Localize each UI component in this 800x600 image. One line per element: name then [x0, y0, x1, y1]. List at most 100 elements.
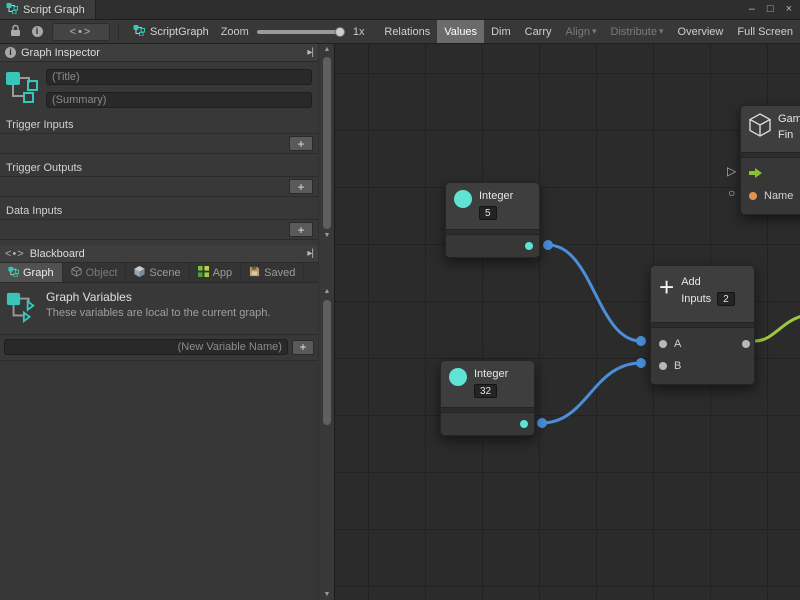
zoom-slider[interactable]: [257, 25, 345, 39]
node-port-body: Name: [741, 158, 800, 214]
partial-node[interactable]: Gam Fin Name: [740, 105, 800, 215]
tab-scene[interactable]: Scene: [126, 263, 189, 282]
control-flow-arrow-icon[interactable]: [749, 167, 763, 182]
integer-output-port[interactable]: [520, 420, 528, 428]
graph-select-label: ScriptGraph: [150, 26, 209, 38]
node-title: Integer: [474, 368, 508, 381]
graph-variables-subtitle: These variables are local to the current…: [46, 307, 270, 319]
relations-button[interactable]: Relations: [377, 20, 437, 43]
trigger-inputs-section: Trigger Inputs +: [0, 116, 318, 154]
name-port-row: Name: [741, 185, 800, 207]
main-area: i Graph Inspector ▸| Trigger Inputs +: [0, 44, 800, 600]
graph-canvas[interactable]: Integer 5 Integer 32: [334, 44, 800, 600]
new-variable-input[interactable]: [4, 339, 288, 355]
graph-inspector-title: Graph Inspector: [21, 47, 100, 59]
input-port-a[interactable]: [659, 340, 667, 348]
input-port-b[interactable]: [659, 362, 667, 370]
close-icon[interactable]: ×: [786, 4, 792, 15]
scene-cube-icon: [134, 266, 145, 280]
full-screen-button[interactable]: Full Screen: [730, 20, 800, 43]
control-port-row: [741, 163, 800, 185]
node-header[interactable]: Gam Fin: [741, 106, 800, 152]
window-tab-script-graph[interactable]: Script Graph: [0, 0, 96, 19]
string-input-port[interactable]: [749, 192, 757, 200]
node-title: Integer: [479, 190, 513, 203]
connection-wire[interactable]: [548, 245, 641, 341]
window-tab-title: Script Graph: [23, 4, 85, 16]
blackboard-scrollbar-thumb[interactable]: [323, 300, 331, 425]
blackboard-title: Blackboard: [30, 248, 85, 260]
integer-node-1[interactable]: Integer 5: [445, 182, 540, 258]
info-icon: i: [32, 26, 43, 37]
tab-graph[interactable]: Graph: [0, 263, 63, 282]
graph-variables-title: Graph Variables: [46, 290, 270, 304]
saved-disk-icon: [249, 266, 260, 280]
graph-meta-fields: [0, 62, 318, 116]
add-trigger-input-button[interactable]: +: [289, 136, 313, 151]
tab-saved[interactable]: Saved: [241, 263, 304, 282]
port-row-a: A: [651, 333, 754, 355]
overview-button[interactable]: Overview: [671, 20, 731, 43]
minimize-icon[interactable]: –: [749, 4, 755, 15]
unit-picker-button[interactable]: <•>: [52, 23, 110, 41]
node-port-body: [446, 235, 539, 257]
zoom-slider-knob[interactable]: [335, 27, 345, 37]
jump-to-panel-icon[interactable]: ▸|: [307, 248, 313, 259]
port-label: B: [674, 360, 681, 372]
dim-button[interactable]: Dim: [484, 20, 518, 43]
inspector-scrollbar-thumb[interactable]: [323, 57, 331, 229]
jump-to-panel-icon[interactable]: ▸|: [307, 47, 313, 58]
section-empty-row: +: [0, 177, 318, 197]
align-button[interactable]: Align▾: [559, 20, 604, 43]
scroll-down-icon[interactable]: ▼: [319, 232, 335, 239]
inputs-count-field[interactable]: 2: [717, 292, 735, 306]
object-icon: [71, 266, 82, 280]
node-title: Add: [681, 276, 735, 289]
node-header[interactable]: Integer 5: [446, 183, 539, 229]
toolbar-toggle-group: Relations Values Dim Carry Align▾ Distri…: [377, 20, 800, 43]
lock-button[interactable]: [4, 22, 26, 42]
distribute-button[interactable]: Distribute▾: [604, 20, 671, 43]
add-variable-button[interactable]: +: [292, 340, 314, 355]
carry-button[interactable]: Carry: [518, 20, 559, 43]
add-trigger-output-button[interactable]: +: [289, 179, 313, 194]
scroll-down-icon[interactable]: ▼: [319, 591, 335, 598]
value-input-port-icon[interactable]: ○: [728, 186, 735, 200]
app-grid-icon: [198, 266, 209, 280]
values-button[interactable]: Values: [437, 20, 484, 43]
graph-title-input[interactable]: [46, 69, 312, 85]
tab-app[interactable]: App: [190, 263, 242, 282]
node-header[interactable]: + Add Inputs 2: [651, 266, 754, 322]
zoom-slider-track: [257, 30, 345, 34]
info-button[interactable]: i: [26, 22, 48, 42]
node-header[interactable]: Integer 32: [441, 361, 534, 407]
add-node[interactable]: + Add Inputs 2 A: [650, 265, 755, 385]
tab-object[interactable]: Object: [63, 263, 127, 282]
scroll-up-icon[interactable]: ▲: [319, 288, 335, 295]
graph-icon: [6, 2, 18, 17]
node-port-body: A B: [651, 328, 754, 384]
integer-node-2[interactable]: Integer 32: [440, 360, 535, 436]
output-port-sum[interactable]: [742, 340, 750, 348]
integer-output-port[interactable]: [525, 242, 533, 250]
port-label: A: [674, 338, 681, 350]
new-variable-row: +: [0, 334, 318, 360]
connection-wire[interactable]: [542, 363, 641, 423]
connection-wire[interactable]: [755, 316, 800, 341]
scroll-up-icon[interactable]: ▲: [319, 46, 335, 53]
integer-value-field[interactable]: 32: [474, 384, 497, 398]
graph-select-button[interactable]: ScriptGraph: [127, 20, 215, 43]
zoom-value: 1x: [353, 26, 365, 38]
add-data-input-button[interactable]: +: [289, 222, 313, 237]
lock-icon: [10, 24, 21, 40]
control-input-port-icon[interactable]: ▷: [727, 164, 736, 178]
section-empty-row: +: [0, 220, 318, 240]
graph-summary-input[interactable]: [46, 92, 312, 108]
integer-value-field[interactable]: 5: [479, 206, 497, 220]
section-label: Trigger Outputs: [0, 159, 318, 177]
blackboard-empty-area: [0, 360, 318, 600]
port-label: Name: [764, 190, 793, 202]
trigger-outputs-section: Trigger Outputs +: [0, 159, 318, 197]
maximize-icon[interactable]: □: [767, 4, 774, 15]
gameobject-cube-icon: [749, 113, 771, 140]
